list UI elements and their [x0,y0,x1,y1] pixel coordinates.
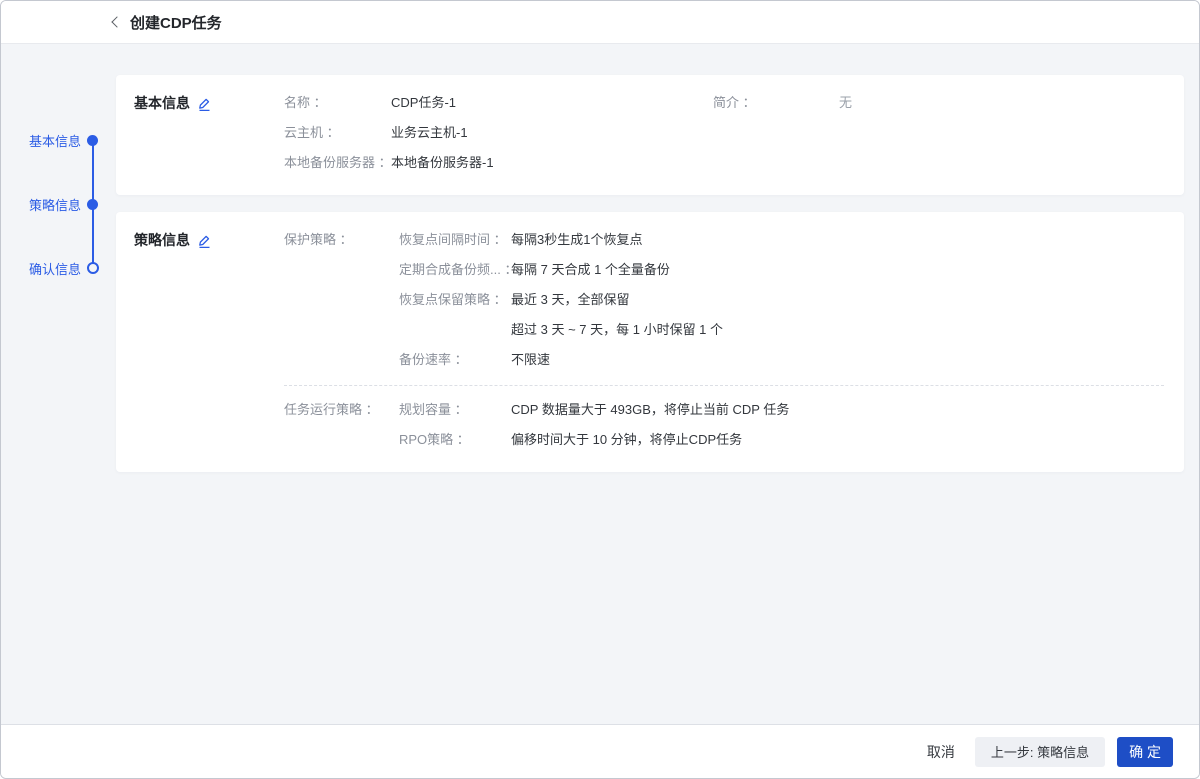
group-label: 保护策略 ： [284,225,399,375]
task-runtime-policy-group: 任务运行策略 ： 规划容量 ： CDP 数据量大于 493GB，将停止当前 CD… [284,395,1164,455]
field-label: 简介 ： [713,88,839,118]
stepper-step-basic-info[interactable]: 基本信息 [29,128,109,152]
field-value: CDP 数据量大于 493GB，将停止当前 CDP 任务 [511,395,789,425]
stepper-step-label: 策略信息 [29,195,81,214]
policy-row-recovery-interval: 恢复点间隔时间 ： 每隔3秒生成1个恢复点 [399,225,1164,255]
field-label: 名称 ： [284,88,391,118]
pencil-edit-icon [197,233,212,248]
previous-step-button[interactable]: 上一步: 策略信息 [975,737,1105,767]
field-label: 备份速率 ： [399,345,511,375]
policy-info-title-col: 策略信息 [134,225,284,455]
field-row-name: 名称 ： CDP任务-1 [284,88,713,118]
field-label: RPO策略 ： [399,425,511,455]
field-row-cloud-host: 云主机 ： 业务云主机-1 [284,118,713,148]
field-value: 每隔 7 天合成 1 个全量备份 [511,255,670,285]
policy-row-planned-capacity: 规划容量 ： CDP 数据量大于 493GB，将停止当前 CDP 任务 [399,395,1164,425]
basic-info-title: 基本信息 [134,88,190,118]
task-runtime-policy-rows: 规划容量 ： CDP 数据量大于 493GB，将停止当前 CDP 任务 RPO策… [399,395,1164,455]
policy-info-body: 保护策略 ： 恢复点间隔时间 ： 每隔3秒生成1个恢复点 定期合成备份频... … [284,225,1164,455]
field-label: 恢复点间隔时间 ： [399,225,511,255]
create-cdp-task-window: 创建CDP任务 基本信息 策略信息 确认信息 基本信息 [0,0,1200,779]
wizard-stepper: 基本信息 策略信息 确认信息 [29,128,109,320]
group-label: 任务运行策略 ： [284,395,399,455]
protection-policy-group: 保护策略 ： 恢复点间隔时间 ： 每隔3秒生成1个恢复点 定期合成备份频... … [284,225,1164,375]
protection-policy-rows: 恢复点间隔时间 ： 每隔3秒生成1个恢复点 定期合成备份频... ： 每隔 7 … [399,225,1164,375]
section-divider [284,385,1164,386]
basic-info-left-fields: 名称 ： CDP任务-1 云主机 ： 业务云主机-1 本地备份服务器 ： 本地备… [284,88,713,178]
page-title: 创建CDP任务 [130,12,222,33]
field-label: 云主机 ： [284,118,391,148]
policy-info-card: 策略信息 保护策略 ： 恢复点间隔时间 ： [116,212,1184,472]
back-button[interactable]: 创建CDP任务 [113,12,222,33]
field-label: 定期合成备份频... ： [399,255,511,285]
policy-row-retention-extra: 超过 3 天 ~ 7 天，每 1 小时保留 1 个 [399,315,1164,345]
policy-row-rpo: RPO策略 ： 偏移时间大于 10 分钟，将停止CDP任务 [399,425,1164,455]
stepper-step-confirm-info[interactable]: 确认信息 [29,256,109,280]
page-header: 创建CDP任务 [1,1,1199,44]
field-value: 超过 3 天 ~ 7 天，每 1 小时保留 1 个 [511,315,723,345]
stepper-step-label: 确认信息 [29,259,81,278]
field-value: 本地备份服务器-1 [391,148,494,178]
field-value: 业务云主机-1 [391,118,468,148]
basic-info-title-col: 基本信息 [134,88,284,178]
confirm-button[interactable]: 确 定 [1117,737,1173,767]
stepper-step-policy-info[interactable]: 策略信息 [29,192,109,216]
cancel-button[interactable]: 取消 [927,737,955,767]
basic-info-fields: 名称 ： CDP任务-1 云主机 ： 业务云主机-1 本地备份服务器 ： 本地备… [284,88,1164,178]
policy-info-title: 策略信息 [134,225,190,255]
basic-info-right-fields: 简介 ： 无 [713,88,852,178]
edit-policy-info-button[interactable] [197,225,212,255]
pencil-edit-icon [197,96,212,111]
stepper-step-label: 基本信息 [29,131,81,150]
policy-row-synthetic-backup: 定期合成备份频... ： 每隔 7 天合成 1 个全量备份 [399,255,1164,285]
policy-row-retention: 恢复点保留策略 ： 最近 3 天，全部保留 [399,285,1164,315]
edit-basic-info-button[interactable] [197,88,212,118]
field-label [399,315,511,345]
field-value: 偏移时间大于 10 分钟，将停止CDP任务 [511,425,742,455]
field-row-description: 简介 ： 无 [713,88,852,118]
field-label: 恢复点保留策略 ： [399,285,511,315]
field-value: 无 [839,88,852,118]
footer-action-bar: 取消 上一步: 策略信息 确 定 [1,724,1199,778]
field-label: 规划容量 ： [399,395,511,425]
chevron-left-icon [111,16,122,27]
stepper-dot-hollow-icon [87,262,99,274]
field-row-local-backup-server: 本地备份服务器 ： 本地备份服务器-1 [284,148,713,178]
field-label: 本地备份服务器 ： [284,148,391,178]
field-value: 不限速 [511,345,550,375]
field-value: CDP任务-1 [391,88,456,118]
basic-info-card: 基本信息 名称 ： CDP任务-1 [116,75,1184,195]
field-value: 最近 3 天，全部保留 [511,285,629,315]
stepper-dot-filled-icon [87,199,98,210]
stepper-dot-filled-icon [87,135,98,146]
page-body: 基本信息 策略信息 确认信息 基本信息 [1,44,1199,724]
field-value: 每隔3秒生成1个恢复点 [511,225,642,255]
content-area: 基本信息 名称 ： CDP任务-1 [116,44,1184,472]
policy-row-backup-rate: 备份速率 ： 不限速 [399,345,1164,375]
